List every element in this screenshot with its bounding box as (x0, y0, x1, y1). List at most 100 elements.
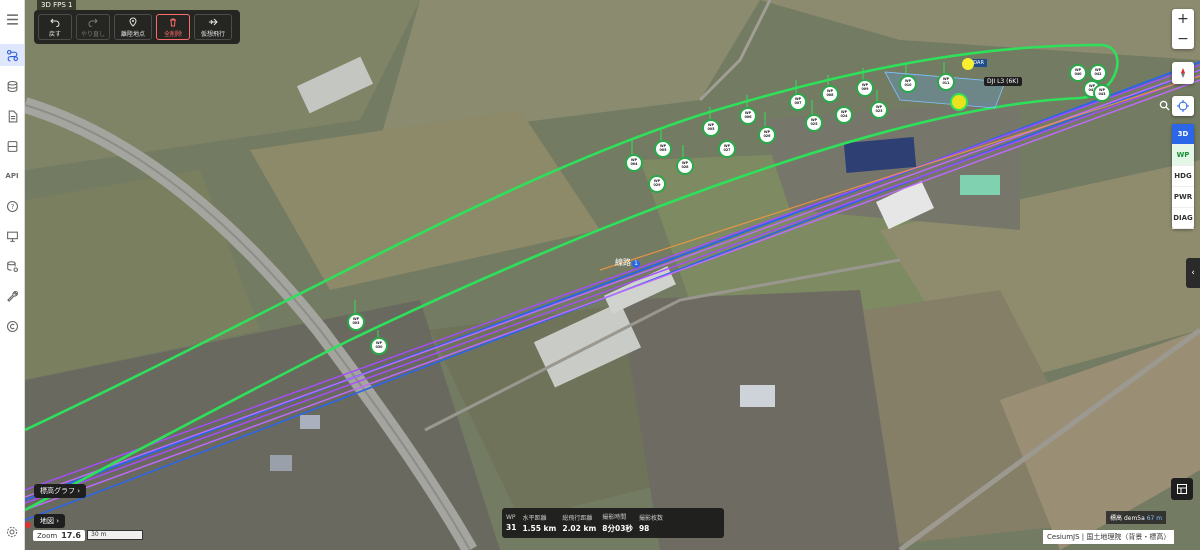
collapse-panel-button[interactable]: ‹ (1186, 258, 1200, 288)
search-icon[interactable] (1156, 96, 1172, 114)
waypoint-marker[interactable]: WP 027 (718, 140, 736, 158)
flight-stats-panel: WP 31 水平距離 1.55 km 総飛行距離 2.02 km 撮影時間 8分03秒 … (502, 508, 724, 538)
waypoint-marker[interactable]: WP 005 (702, 119, 720, 137)
location-pin-icon (129, 17, 137, 27)
layer-toggle-button[interactable] (1171, 478, 1193, 500)
stat-value: 31 (506, 523, 517, 532)
elevation-source: dem5a (1123, 515, 1145, 522)
elevation-label: 標高 (1110, 515, 1123, 522)
waypoint-marker[interactable]: WP 023 (870, 101, 888, 119)
virtual-flight-button[interactable]: 仮想飛行 (194, 14, 232, 40)
takeoff-point-button[interactable]: 離陸地点 (114, 14, 152, 40)
map-credits: CesiumJS | 国土地理院（背景・標高） (1043, 530, 1175, 544)
elevation-graph-button[interactable]: 標高グラフ › (34, 484, 87, 498)
monitor-icon[interactable] (0, 225, 24, 247)
waypoint-marker[interactable]: WP 026 (758, 126, 776, 144)
zoom-label: Zoom (37, 532, 58, 540)
waypoint-marker[interactable]: WP 007 (789, 93, 807, 111)
waypoint-marker[interactable]: WP 024 (835, 106, 853, 124)
svg-text:?: ? (10, 202, 14, 211)
stat-label: 撮影枚数 (638, 515, 663, 522)
layers-icon (1177, 484, 1187, 494)
storage-icon[interactable] (0, 135, 24, 157)
waypoint-marker[interactable]: WP 005 (654, 140, 672, 158)
zoom-control: + − (1172, 9, 1194, 49)
camera-target-icon (962, 58, 974, 70)
waypoint-marker[interactable]: WP 003 (347, 313, 365, 331)
drone-marker-icon[interactable] (950, 93, 968, 111)
stat-value: 98 (638, 524, 650, 533)
waypoint-marker[interactable]: WP 043 (1093, 84, 1111, 102)
waypoint-marker[interactable]: WP 042 (1089, 64, 1107, 82)
stat-label: 総飛行距離 (562, 515, 593, 522)
waypoint-marker[interactable]: WP 028 (676, 157, 694, 175)
help-icon[interactable]: ? (0, 195, 24, 217)
elevation-readout: 標高 dem5a 67 m (1106, 511, 1167, 524)
waypoint-marker[interactable]: WP 010 (899, 75, 917, 93)
stat-shooting-time: 撮影時間 8分03秒 (602, 512, 633, 534)
waypoint-marker[interactable]: WP 006 (739, 107, 757, 125)
waypoint-marker[interactable]: WP 004 (625, 154, 643, 172)
compass-icon (1181, 68, 1185, 78)
map-layer-button[interactable]: 地図 › (34, 514, 66, 528)
menu-icon[interactable] (0, 8, 24, 30)
edit-toolbar: 戻す やり直し 離陸地点 全削除 仮想飛行 (34, 10, 240, 44)
delete-all-button[interactable]: 全削除 (156, 14, 190, 40)
stat-label: 撮影時間 (602, 514, 627, 521)
waypoint-marker[interactable]: WP 008 (821, 85, 839, 103)
redo-button[interactable]: やり直し (76, 14, 110, 40)
map-layer-label: 地図 (40, 517, 54, 525)
mode-3d-button[interactable]: 3D (1172, 124, 1194, 145)
waypoint-marker[interactable]: WP 009 (856, 79, 874, 97)
wrench-icon[interactable] (0, 285, 24, 307)
left-sidebar: API ? (0, 0, 25, 550)
route-label[interactable]: 線路 1 (615, 258, 640, 268)
locate-button[interactable] (1172, 96, 1194, 116)
stat-value: 1.55 km (522, 524, 557, 533)
zoom-out-button[interactable]: − (1172, 29, 1194, 49)
settings-gear-icon[interactable] (6, 526, 18, 538)
route-number-badge: 1 (632, 260, 640, 268)
scale-bar: 30 m (87, 530, 143, 540)
redo-label: やり直し (80, 30, 105, 38)
mode-hdg-button[interactable]: HDG (1172, 166, 1194, 187)
drone-label[interactable]: DJI L3 (6K) (984, 77, 1022, 86)
stat-label: WP (506, 514, 516, 521)
copyright-icon[interactable] (0, 315, 24, 337)
route-label-text: 線路 (615, 258, 631, 267)
stat-wp: WP 31 (506, 514, 516, 532)
airplane-icon (209, 18, 218, 25)
zoom-value: 17.6 (61, 531, 81, 540)
virtual-flight-label: 仮想飛行 (200, 30, 225, 38)
mode-pwr-button[interactable]: PWR (1172, 187, 1194, 208)
stat-label: 水平距離 (522, 515, 547, 522)
zoom-readout: Zoom 17.6 (33, 530, 85, 541)
mode-wp-button[interactable]: WP (1172, 145, 1194, 166)
stat-total-distance: 総飛行距離 2.02 km (562, 513, 596, 533)
stat-value: 8分03秒 (602, 524, 633, 533)
delete-all-label: 全削除 (163, 30, 182, 38)
waypoint-marker[interactable]: WP 025 (805, 114, 823, 132)
waypoint-marker[interactable]: WP 030 (370, 337, 388, 355)
waypoint-marker[interactable]: WP 040 (1069, 64, 1087, 82)
view-mode-panel: 3D WP HDG PWR DIAG (1172, 124, 1194, 229)
waypoint-marker[interactable]: WP 011 (937, 73, 955, 91)
stat-value: 2.02 km (562, 524, 597, 533)
elevation-value: 67 m (1146, 515, 1163, 522)
undo-icon (50, 18, 60, 27)
undo-label: 戻す (48, 30, 61, 38)
compass-button[interactable] (1172, 62, 1194, 84)
api-icon[interactable]: API (0, 165, 24, 187)
mode-diag-button[interactable]: DIAG (1172, 208, 1194, 229)
database-settings-icon[interactable] (0, 255, 24, 277)
zoom-in-button[interactable]: + (1172, 9, 1194, 29)
document-icon[interactable] (0, 105, 24, 127)
aerial-terrain (25, 0, 1200, 550)
undo-button[interactable]: 戻す (38, 14, 72, 40)
map-view[interactable]: WP 003 WP 030 WP 004 WP 029 WP 005 WP 028 WP 00… (25, 0, 1200, 550)
database-icon[interactable] (0, 75, 24, 97)
stat-photo-count: 撮影枚数 98 (639, 513, 663, 533)
route-icon[interactable] (0, 44, 24, 66)
waypoint-marker[interactable]: WP 029 (648, 175, 666, 193)
takeoff-point-label: 離陸地点 (120, 30, 145, 38)
